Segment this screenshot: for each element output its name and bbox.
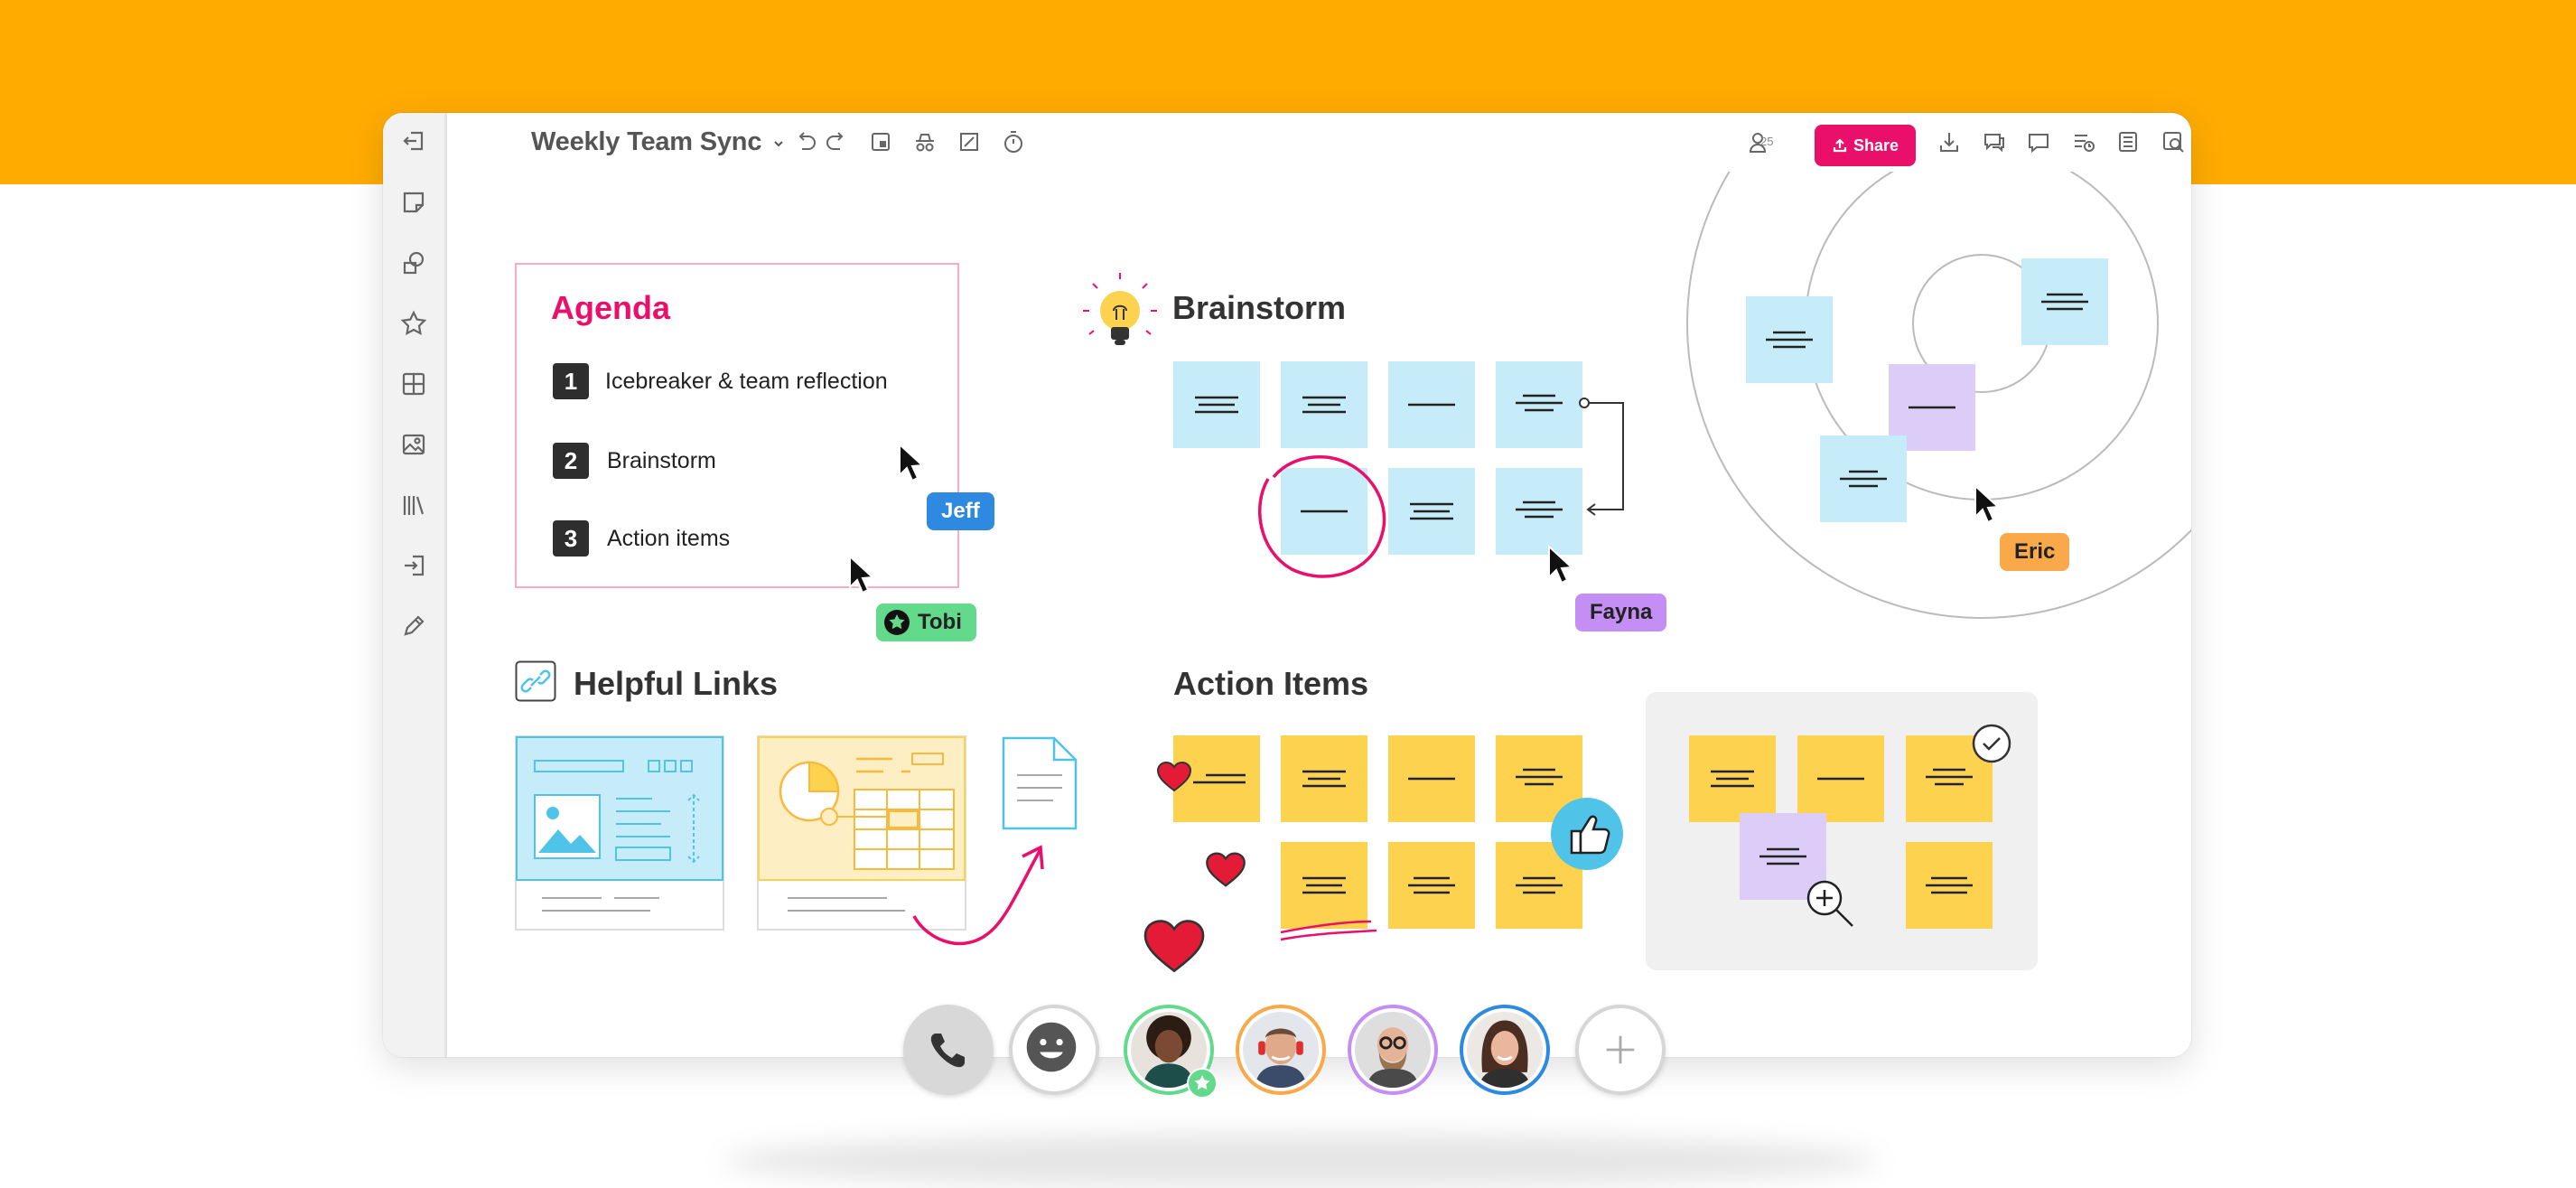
timer-icon[interactable] [999, 127, 1028, 156]
sticky-note[interactable] [1797, 735, 1884, 822]
users-count: 25 [1760, 135, 1774, 148]
cursor-icon [899, 443, 924, 482]
collaborator-tag-eric: Eric [2000, 533, 2070, 571]
sticky-note[interactable] [1388, 361, 1475, 448]
download-icon[interactable] [1935, 127, 1964, 156]
heart-icon [1156, 761, 1192, 792]
add-participant-button[interactable] [1575, 1005, 1666, 1095]
action-items-title: Action Items [1173, 665, 1369, 702]
select-icon[interactable] [955, 127, 984, 156]
participant-avatar[interactable] [1460, 1005, 1550, 1095]
pen-icon[interactable] [398, 611, 429, 641]
heart-icon [1206, 852, 1246, 887]
sticky-note[interactable] [1388, 468, 1475, 555]
lightbulb-icon [1083, 273, 1157, 345]
table-icon[interactable] [398, 369, 429, 399]
document-icon[interactable] [1001, 735, 1078, 831]
phone-button[interactable] [903, 1005, 994, 1095]
agenda-item-text: Icebreaker & team reflection [605, 369, 888, 394]
star-icon[interactable] [398, 308, 429, 339]
agenda-title: Agenda [551, 289, 671, 326]
emoji-icon [1026, 1022, 1077, 1072]
heart-icon [1143, 920, 1205, 973]
redo-icon[interactable] [822, 127, 851, 156]
participant-avatar[interactable] [1236, 1005, 1326, 1095]
collaborator-name: Eric [2014, 539, 2056, 564]
sticky-note[interactable] [2021, 258, 2108, 345]
sticky-note[interactable] [1388, 735, 1475, 822]
thumbs-up-icon [1551, 798, 1623, 870]
share-icon [1833, 138, 1847, 153]
chat-icon[interactable] [2024, 127, 2053, 156]
sticky-note[interactable] [1388, 842, 1475, 929]
comments-icon[interactable] [1980, 127, 2009, 156]
sticky-note[interactable] [1820, 435, 1907, 522]
cursor-icon [1548, 545, 1573, 585]
board-title[interactable]: Weekly Team Sync [531, 127, 785, 157]
collaborator-name: Tobi [918, 610, 962, 634]
add-participant-icon [1606, 1035, 1635, 1064]
sticky-note[interactable] [1281, 735, 1367, 822]
hand-drawn-underline [1280, 920, 1377, 941]
phone-icon [930, 1034, 965, 1068]
sticky-note[interactable] [1281, 361, 1367, 448]
brainstorm-title: Brainstorm [1172, 289, 1347, 326]
frame-icon[interactable] [866, 127, 895, 156]
person-avatar-icon [1467, 1012, 1543, 1088]
visitor-icon[interactable] [910, 127, 939, 156]
collaborator-name: Jeff [941, 499, 980, 523]
shadow [723, 1134, 1879, 1188]
star-badge-icon [884, 610, 910, 635]
participant-avatar[interactable] [1348, 1005, 1438, 1095]
person-avatar-icon [1355, 1012, 1431, 1088]
import-icon[interactable] [398, 550, 429, 581]
undo-icon[interactable] [791, 127, 820, 156]
connector-arrow[interactable] [1579, 394, 1633, 520]
share-label: Share [1853, 136, 1899, 154]
image-icon[interactable] [398, 429, 429, 460]
hand-drawn-arrow [912, 845, 1044, 946]
left-sidebar [383, 113, 447, 1057]
sticky-note[interactable] [1906, 842, 1993, 929]
helpful-links-title: Helpful Links [574, 665, 779, 702]
participant-avatar[interactable] [1124, 1005, 1218, 1099]
outline-icon[interactable] [2114, 127, 2142, 156]
person-avatar-icon [1243, 1012, 1319, 1088]
sticky-note[interactable] [1173, 361, 1260, 448]
sticky-note[interactable] [1689, 735, 1776, 822]
agenda-item-text: Action items [607, 526, 731, 551]
share-button[interactable]: Share [1815, 125, 1916, 166]
hand-drawn-circle [1257, 455, 1386, 578]
exit-board-icon[interactable] [398, 126, 429, 156]
star-badge-icon [1187, 1068, 1218, 1099]
link-icon [515, 660, 556, 702]
sticky-note[interactable] [1746, 296, 1833, 383]
collaborator-tag-tobi: Tobi [876, 603, 976, 641]
agenda-number: 3 [553, 520, 589, 557]
agenda-item-text: Brainstorm [607, 448, 716, 473]
reaction-button[interactable] [1009, 1005, 1099, 1095]
sticky-note[interactable] [1496, 468, 1582, 555]
zoom-in-icon [1806, 880, 1853, 927]
agenda-number: 2 [553, 443, 589, 479]
cursor-icon [1974, 484, 2000, 524]
activity-icon[interactable] [2069, 127, 2098, 156]
chevron-down-icon [774, 141, 783, 147]
board-title-text: Weekly Team Sync [531, 127, 762, 156]
sticky-note[interactable] [1496, 361, 1582, 448]
search-icon[interactable] [2159, 127, 2188, 156]
shapes-icon[interactable] [398, 248, 429, 278]
library-icon[interactable] [398, 490, 429, 520]
agenda-number: 1 [553, 363, 589, 399]
sticky-note-icon[interactable] [398, 187, 429, 218]
collaborator-tag-jeff: Jeff [927, 492, 994, 530]
link-card-website[interactable] [515, 735, 724, 931]
top-toolbar: Weekly Team Sync 25 Share [444, 113, 2191, 171]
checkmark-icon [1972, 724, 2011, 763]
cursor-icon [849, 555, 874, 594]
